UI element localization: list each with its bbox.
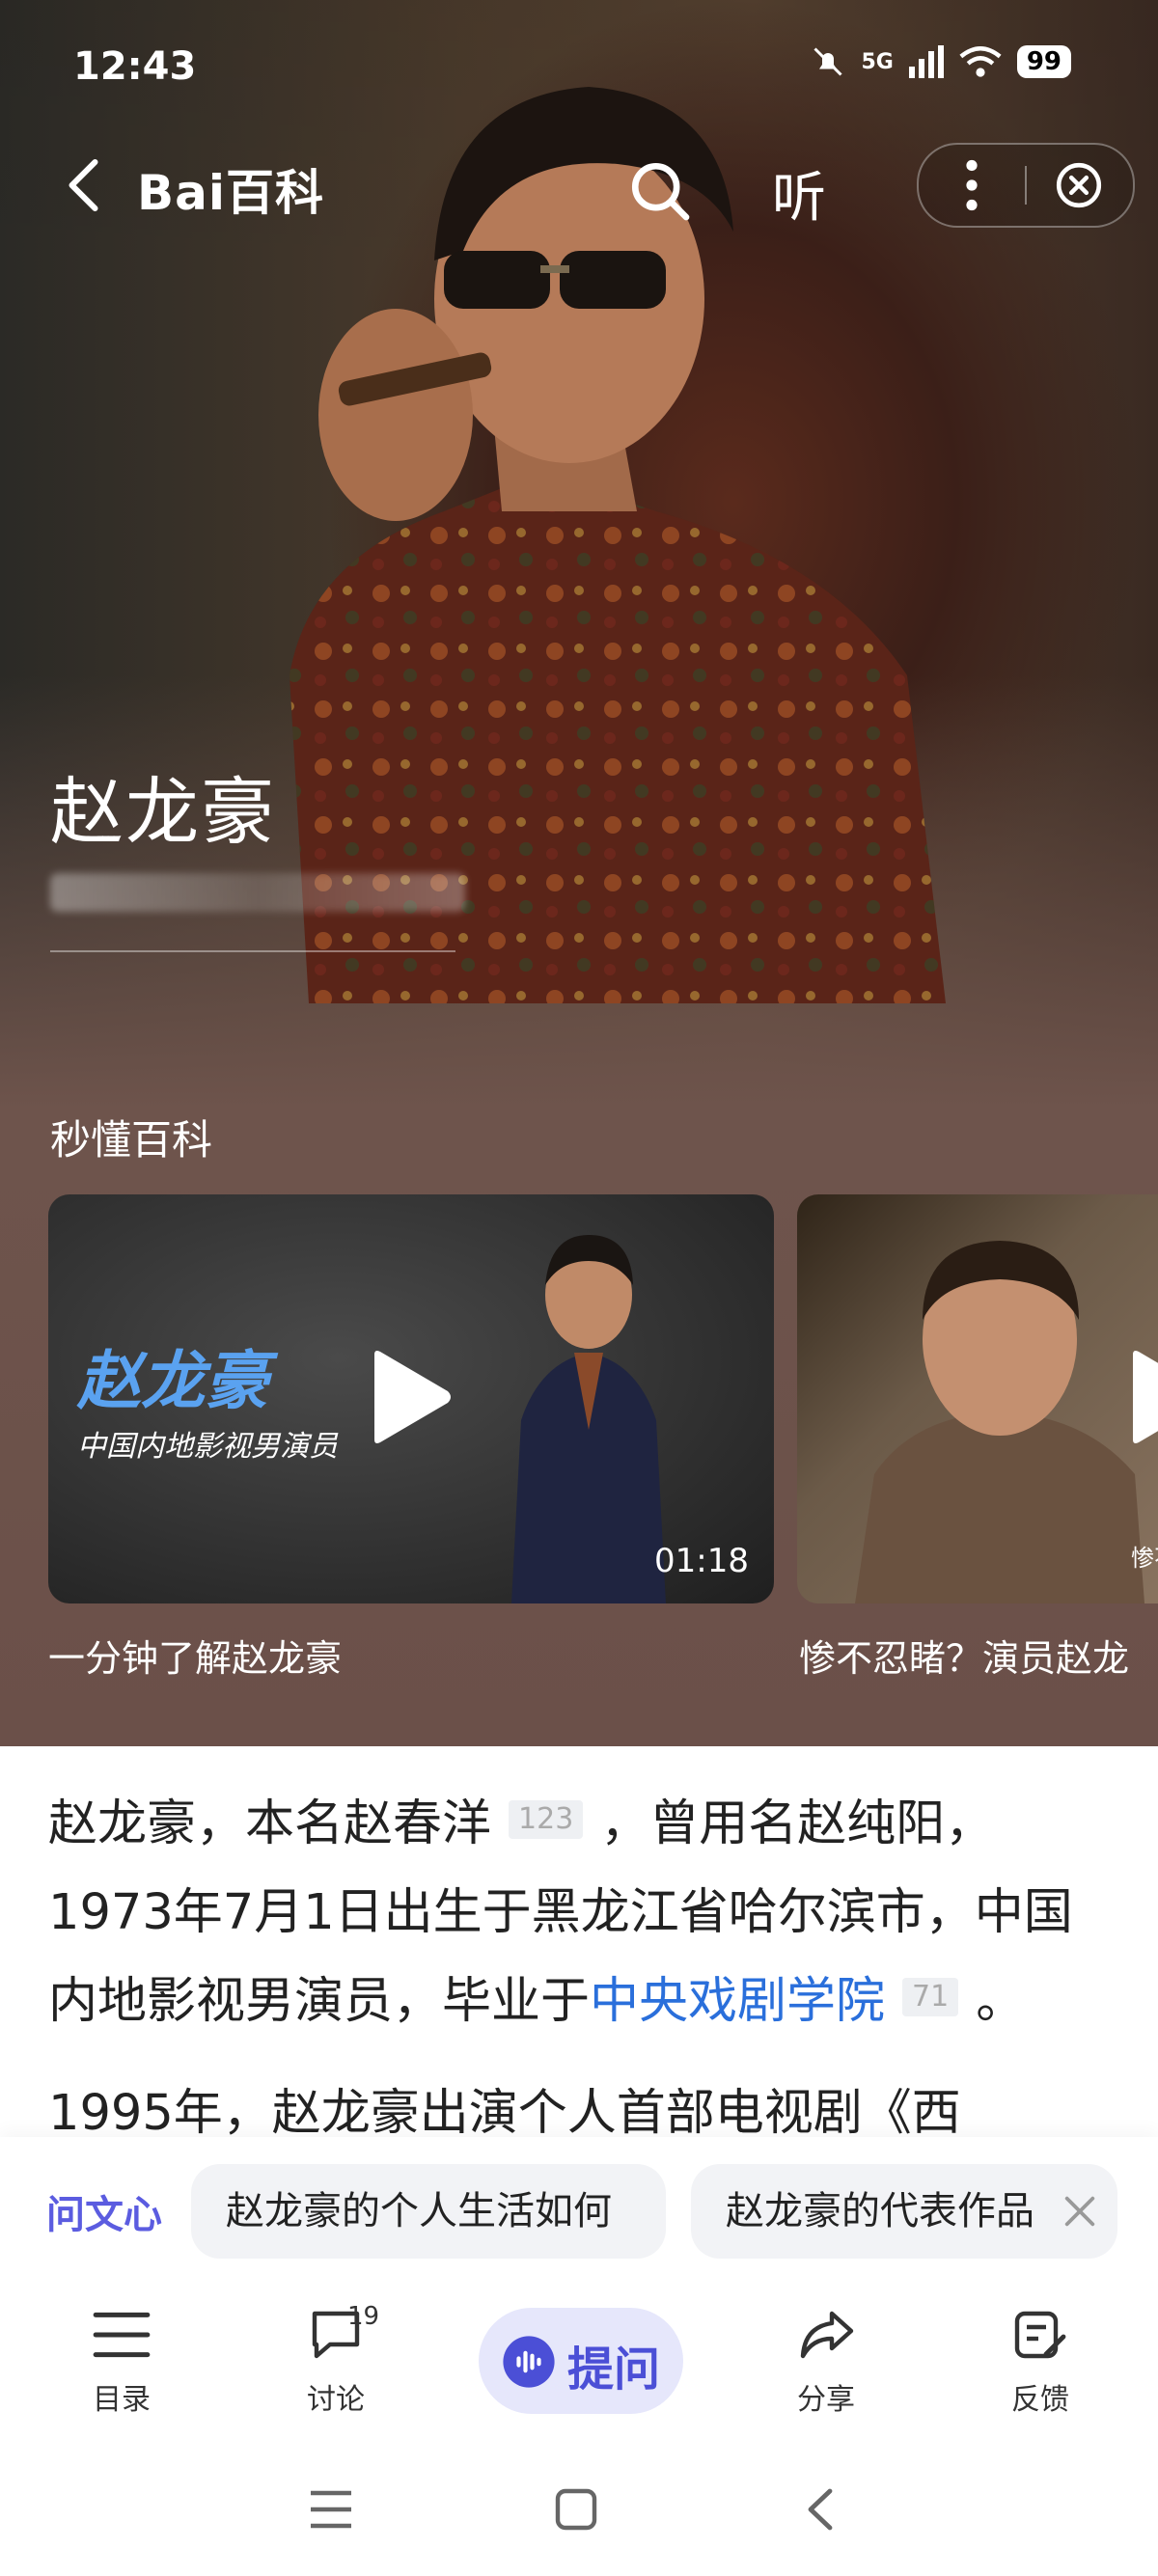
suggested-question-chip[interactable]: 赵龙豪的个人生活如何: [191, 2164, 666, 2259]
discuss-button[interactable]: 19 讨论: [268, 2302, 403, 2418]
video-1-caption[interactable]: 一分钟了解赵龙豪: [48, 1629, 342, 1682]
ask-label: 提问: [567, 2343, 661, 2397]
share-icon: [800, 2311, 854, 2359]
discuss-label: 讨论: [307, 2383, 365, 2417]
video-card-2[interactable]: 惨不: [797, 1194, 1158, 1603]
feedback-button[interactable]: 反馈: [973, 2308, 1108, 2418]
share-label: 分享: [797, 2383, 855, 2417]
close-icon[interactable]: [1062, 2193, 1098, 2230]
voice-wave-icon: [503, 2336, 555, 2388]
hero-header: 12:43 5G 99 Bai百科 听 赵龙豪 秒懂百科 赵龙豪 中国内地影视男…: [0, 0, 1158, 1746]
baidu-baike-logo: Bai百科: [137, 165, 324, 221]
menu-icon[interactable]: [307, 2487, 355, 2532]
capsule-divider: [1025, 166, 1027, 205]
system-navigation-bar: [0, 2451, 1158, 2576]
video-2-caption[interactable]: 惨不忍睹？演员赵龙: [799, 1629, 1129, 1682]
toc-button[interactable]: 目录: [54, 2308, 189, 2418]
link-central-academy-of-drama[interactable]: 中央戏剧学院: [590, 1973, 885, 2030]
video-2-overlay-text: 惨不: [1131, 1545, 1158, 1572]
mute-bell-icon: [813, 47, 842, 76]
home-icon[interactable]: [554, 2487, 598, 2532]
hero-divider: [50, 950, 455, 952]
signal-icon: [908, 45, 944, 78]
video-1-duration: 01:18: [654, 1542, 749, 1580]
video-1-title-overlay: 赵龙豪: [77, 1344, 268, 1418]
feedback-icon: [1014, 2311, 1066, 2359]
ask-button[interactable]: 提问: [479, 2308, 683, 2414]
status-time: 12:43: [73, 44, 197, 89]
bottom-toolbar: 目录 19 讨论 提问 分享 反馈: [0, 2287, 1158, 2451]
close-circle-icon[interactable]: [1054, 160, 1104, 210]
blurred-subtitle: [50, 873, 465, 912]
play-icon[interactable]: [367, 1349, 454, 1445]
wifi-icon: [959, 46, 1002, 77]
article-paragraph: 赵龙豪，本名赵春洋 123 ，曾用名赵纯阳，1973年7月1日出生于黑龙江省哈尔滨市…: [48, 1795, 1073, 2030]
listen-button[interactable]: 听: [772, 154, 826, 233]
play-icon[interactable]: [1125, 1349, 1158, 1445]
citation-marker[interactable]: 123: [509, 1800, 584, 1839]
back-icon[interactable]: [801, 2485, 840, 2534]
article-body: 赵龙豪，本名赵春洋 123 ，曾用名赵纯阳，1973年7月1日出生于黑龙江省哈尔滨市…: [48, 1780, 1110, 2158]
discuss-count-badge: 19: [347, 2302, 380, 2331]
citation-marker[interactable]: 71: [902, 1978, 959, 2016]
wenxin-brand[interactable]: 问文心: [46, 2183, 162, 2239]
video-card-1[interactable]: 赵龙豪 中国内地影视男演员 01:18: [48, 1194, 774, 1603]
search-icon[interactable]: [627, 158, 691, 222]
status-icons: 5G 99: [811, 44, 1071, 79]
network-type: 5G: [861, 49, 894, 74]
list-icon: [93, 2312, 151, 2358]
feedback-label: 反馈: [1011, 2383, 1069, 2417]
back-arrow-icon[interactable]: [58, 156, 106, 214]
section-title-miaodong: 秒懂百科: [50, 1116, 213, 1164]
more-options-icon[interactable]: [957, 158, 986, 212]
battery-indicator: 99: [1016, 45, 1071, 78]
ai-question-bar: 问文心 赵龙豪的个人生活如何 赵龙豪的代表作品: [0, 2137, 1158, 2287]
status-bar: 12:43 5G 99: [0, 0, 1158, 135]
entry-title: 赵龙豪: [50, 769, 276, 855]
mini-program-capsule: [917, 143, 1135, 228]
video-2-person: [855, 1241, 1144, 1603]
top-navigation-bar: Bai百科 听: [0, 135, 1158, 241]
video-1-subtitle-overlay: 中国内地影视男演员: [77, 1430, 338, 1464]
suggested-question-chip[interactable]: 赵龙豪的代表作品: [691, 2164, 1117, 2259]
toc-label: 目录: [93, 2383, 151, 2417]
share-button[interactable]: 分享: [758, 2308, 894, 2418]
